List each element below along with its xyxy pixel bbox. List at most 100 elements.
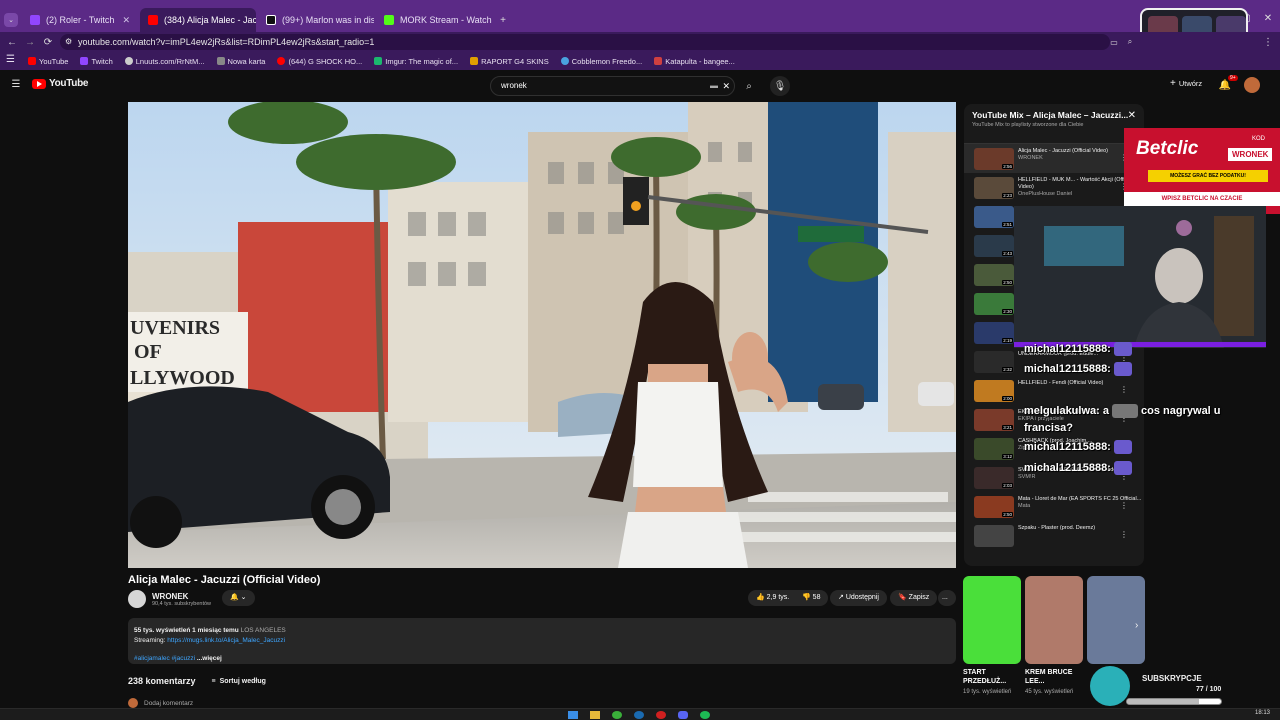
- betclic-cta: WPISZ BETCLIC NA CZACIE: [1124, 192, 1280, 206]
- forward-icon[interactable]: →: [24, 36, 36, 48]
- playlist-item-title: Szpaku - Plaster (prod. Deemz): [1018, 524, 1096, 531]
- clear-search-icon[interactable]: ✕: [722, 77, 730, 95]
- show-more-button[interactable]: ...więcej: [197, 655, 222, 662]
- more-options-icon[interactable]: ⋮: [1120, 530, 1128, 539]
- steam-icon[interactable]: [634, 711, 644, 719]
- hamburger-menu-icon[interactable]: ☰: [10, 78, 22, 90]
- subscription-goal: SUBSKRYPCJE 77 / 100: [1090, 666, 1280, 710]
- user-avatar: [128, 698, 138, 708]
- menu-icon[interactable]: ⋮: [1262, 36, 1274, 48]
- close-tab-icon[interactable]: ✕: [122, 15, 130, 26]
- bookmark-label: RAPORT G4 SKINS: [481, 56, 549, 66]
- shorts-next-icon[interactable]: ›: [1135, 620, 1138, 631]
- file-explorer-icon[interactable]: [590, 711, 600, 719]
- bookmark-gshock[interactable]: (644) G SHOCK HO...: [277, 57, 362, 66]
- discord-icon[interactable]: [678, 711, 688, 719]
- bookmark-new-tab[interactable]: Nowa karta: [216, 57, 265, 66]
- playlist-item[interactable]: Szpaku - Plaster (prod. Deemz) ⋮: [964, 521, 1144, 550]
- subscribe-bell-button[interactable]: 🔔 ⌄: [222, 590, 255, 606]
- zoom-icon[interactable]: ⌕: [1124, 36, 1136, 48]
- bookmark-raport[interactable]: RAPORT G4 SKINS: [470, 57, 549, 66]
- bookmark-cobblemon[interactable]: Cobblemon Freedo...: [560, 57, 642, 66]
- youtube-logo[interactable]: YouTube: [32, 78, 89, 89]
- chat-username: michal12115888:: [1024, 461, 1111, 474]
- save-button[interactable]: 🔖 Zapisz: [890, 590, 938, 606]
- chat-message: melgulakulwa: a cos nagrywal u: [1024, 404, 1221, 418]
- channel-avatar[interactable]: [128, 590, 146, 608]
- dislike-button[interactable]: 👎 58: [794, 590, 829, 606]
- spotify-icon[interactable]: [700, 711, 710, 719]
- share-button[interactable]: ↗ Udostępnij: [830, 590, 887, 606]
- playlist-header: YouTube Mix – Alicja Malec – Jacuzzi... …: [964, 104, 1144, 144]
- bookmark-youtube[interactable]: YouTube: [28, 57, 68, 66]
- streaming-link[interactable]: https://mugs.link.to/Alicja_Malec_Jacuzz…: [167, 637, 285, 644]
- streaming-label: Streaming:: [134, 637, 166, 644]
- bookmark-twitch[interactable]: Twitch: [80, 57, 113, 66]
- playlist-item[interactable]: 2:50 Mata - Lloret de Mar (EA SPORTS FC 2…: [964, 492, 1144, 521]
- url-field[interactable]: ⚙ youtube.com/watch?v=imPL4ew2jRs&list=R…: [60, 34, 1110, 50]
- chrome-icon[interactable]: [612, 711, 622, 719]
- tab-tiktok[interactable]: (99+) Marlon was in disbelief af ✕: [258, 8, 374, 32]
- sort-button[interactable]: ≡ Sortuj według: [212, 678, 266, 685]
- betclic-ad-overlay: Betclic KOD WRONEK MOŻESZ GRAĆ BEZ PODAT…: [1124, 128, 1280, 214]
- goal-progress-fill: [1127, 699, 1200, 704]
- search-input[interactable]: wronek ▬ ✕: [490, 76, 735, 96]
- search-button[interactable]: ⌕: [738, 76, 760, 96]
- playlist-thumbnail: 2:50: [974, 263, 1014, 286]
- page-icon: [470, 57, 479, 65]
- apps-icon[interactable]: ☰: [6, 54, 15, 65]
- playlist-title[interactable]: YouTube Mix – Alicja Malec – Jacuzzi...: [972, 110, 1136, 120]
- close-playlist-icon[interactable]: ✕: [1128, 110, 1136, 121]
- screenshot-icon[interactable]: ▭: [1108, 36, 1120, 48]
- system-clock[interactable]: 18:13: [1255, 710, 1270, 716]
- reload-icon[interactable]: ⟳: [42, 36, 54, 48]
- like-button[interactable]: 👍 2,9 tys.: [748, 590, 798, 606]
- more-options-icon[interactable]: ⋮: [1120, 501, 1128, 510]
- tab-youtube-active[interactable]: (384) Alicja Malec - Jacuzzi ✕: [140, 8, 256, 32]
- channel-info: WRONEK 90,4 tys. subskrybentów: [128, 590, 211, 608]
- short-card[interactable]: [963, 576, 1021, 664]
- plus-icon: +: [1170, 78, 1176, 89]
- new-tab-button[interactable]: +: [496, 12, 510, 28]
- playlist-item[interactable]: 2:23 HELLFIELD - MUK M... - Wartość Akcji…: [964, 173, 1144, 202]
- playlist-item[interactable]: 2:00 HELLFIELD - Fendi (Official Video) ⋮: [964, 376, 1144, 405]
- site-info-icon[interactable]: ⚙: [65, 34, 72, 50]
- bookmark-label: Katapulta - bangee...: [665, 56, 735, 66]
- bookmark-imgur[interactable]: Imgur: The magic of...: [374, 57, 458, 66]
- hashtags[interactable]: #alicjamalec #jacuzzi: [134, 655, 195, 662]
- short-card[interactable]: [1025, 576, 1083, 664]
- close-window-icon[interactable]: ✕: [1262, 12, 1274, 24]
- playlist-item-text: Alicja Malec - Jacuzzi (Official Video) W…: [1018, 148, 1108, 170]
- microphone-icon[interactable]: 🎙: [770, 76, 790, 96]
- svg-text:LLYWOOD: LLYWOOD: [130, 367, 235, 389]
- windows-start-icon[interactable]: [568, 711, 578, 719]
- more-options-icon[interactable]: ⋮: [1120, 385, 1128, 394]
- playlist-item[interactable]: 2:56 Alicja Malec - Jacuzzi (Official Vid…: [964, 144, 1144, 173]
- add-comment-row[interactable]: Dodaj komentarz: [128, 698, 193, 708]
- bookmark-katapulta[interactable]: Katapulta - bangee...: [654, 57, 735, 66]
- share-icon: ↗: [838, 594, 844, 601]
- video-description[interactable]: 55 tys. wyświetleń 1 miesiąc temu LOS AN…: [128, 618, 956, 664]
- location-tag[interactable]: LOS ANGELES: [241, 627, 286, 634]
- channel-name[interactable]: WRONEK: [152, 592, 211, 601]
- chevron-down-icon: ⌄: [240, 594, 247, 601]
- youtube-icon: [277, 57, 286, 65]
- video-player[interactable]: UVENIRS OF LLYWOOD: [128, 102, 956, 568]
- back-icon[interactable]: ←: [6, 36, 18, 48]
- more-actions-button[interactable]: ...: [938, 590, 956, 606]
- tab-label: (384) Alicja Malec - Jacuzzi: [164, 15, 256, 25]
- globe-icon: [124, 57, 133, 65]
- emote-icon: [1113, 362, 1132, 376]
- tab-list-icon[interactable]: ⌄: [4, 13, 18, 27]
- chat-text: cos nagrywal u: [1141, 404, 1221, 417]
- short-title[interactable]: KREM BRUCE LEE...: [1025, 668, 1083, 686]
- avatar[interactable]: [1244, 77, 1260, 93]
- tab-kick[interactable]: MORK Stream - Watch Live on ✕: [376, 8, 492, 32]
- bookmark-lnuuts[interactable]: Lnuuts.com/RrNtM...: [124, 57, 205, 66]
- short-title[interactable]: START PRZEDŁUŻ...: [963, 668, 1021, 686]
- opera-icon[interactable]: [656, 711, 666, 719]
- create-button[interactable]: + Utwórz: [1170, 78, 1202, 89]
- tab-twitch[interactable]: (2) Roler - Twitch ✕: [22, 8, 138, 32]
- keyboard-icon[interactable]: ▬: [710, 77, 718, 95]
- playlist-item-text: Szpaku - Plaster (prod. Deemz): [1018, 525, 1095, 547]
